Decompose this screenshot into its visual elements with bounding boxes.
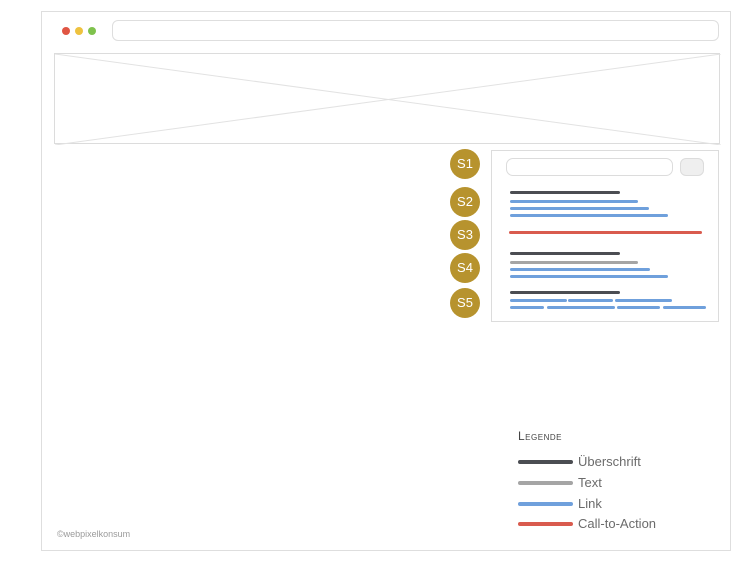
search-input[interactable] [506,158,673,176]
legend-label-text: Text [578,475,602,490]
section-badge-s5: S5 [450,288,480,318]
heading-line [510,252,620,255]
link-line[interactable] [547,306,615,309]
call-to-action-line[interactable] [509,231,702,234]
legend-swatch-cta [518,522,573,526]
image-placeholder-icon [55,54,721,145]
link-line[interactable] [510,268,650,271]
link-line[interactable] [510,207,649,210]
legend-label-cta: Call-to-Action [578,516,657,531]
section-badge-s4: S4 [450,253,480,283]
legend-swatch-text [518,481,573,485]
maximize-dot-icon [88,27,96,35]
link-line[interactable] [510,306,544,309]
section-badge-s2: S2 [450,187,480,217]
link-line[interactable] [617,306,660,309]
legend-swatch-heading [518,460,573,464]
legend-title: Legende [518,429,562,443]
section-badge-s3: S3 [450,220,480,250]
link-line[interactable] [615,299,672,302]
heading-line [510,191,620,194]
link-line[interactable] [510,275,668,278]
footer-credit: ©webpixelkonsum [57,529,131,539]
sidebar [491,150,719,322]
browser-window: ©webpixelkonsum [41,11,731,551]
address-bar[interactable] [112,20,719,41]
heading-line [510,291,620,294]
minimize-dot-icon [75,27,83,35]
legend-label-heading: Überschrift [578,454,641,469]
text-line [510,261,638,264]
link-line[interactable] [510,214,668,217]
search-button[interactable] [680,158,704,176]
close-dot-icon [62,27,70,35]
hero-image-placeholder [54,53,721,145]
section-badge-s1: S1 [450,149,480,179]
link-line[interactable] [510,200,638,203]
link-line[interactable] [663,306,706,309]
legend-swatch-link [518,502,573,506]
link-line[interactable] [510,299,567,302]
link-line[interactable] [568,299,613,302]
legend-label-link: Link [578,496,602,511]
